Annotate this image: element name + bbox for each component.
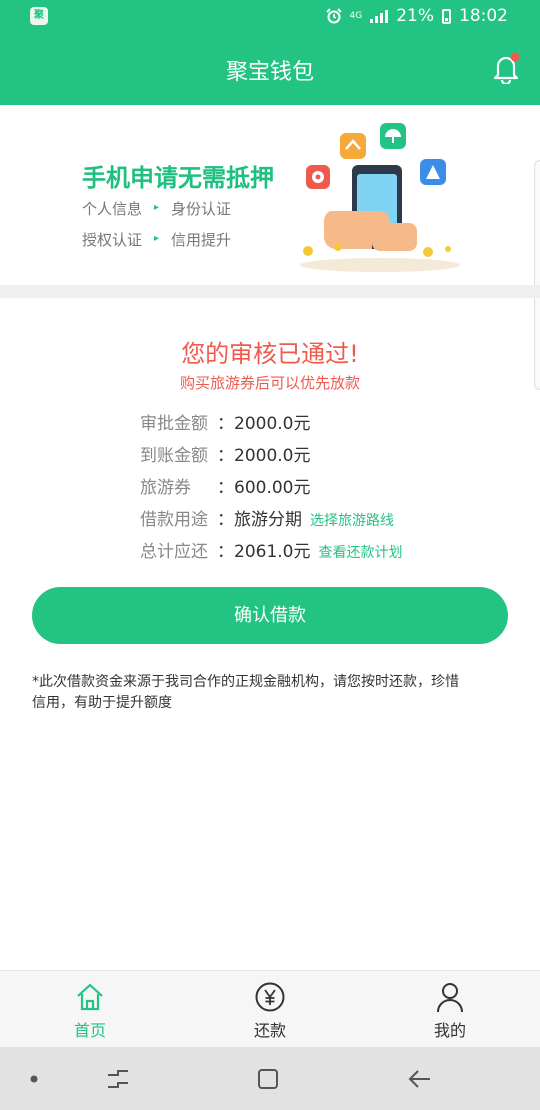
- info-value: 2061.0元: [234, 542, 311, 562]
- arrow-right-icon: ▸: [154, 202, 160, 213]
- user-icon: [437, 983, 463, 1013]
- app-header: 聚宝钱包: [0, 34, 540, 105]
- step-personal-info: 个人信息: [82, 200, 143, 218]
- notification-dot: [510, 52, 520, 62]
- section-divider: [0, 285, 540, 298]
- info-row-travel-voucher: 旅游券 ：600.00元: [140, 473, 310, 498]
- clock: 18:02: [459, 6, 508, 26]
- step-identity: 身份认证: [171, 200, 232, 218]
- arrow-right-icon: ▸: [154, 233, 160, 244]
- bell-icon[interactable]: [492, 52, 520, 84]
- alarm-icon: [325, 8, 342, 24]
- info-label: 旅游券: [140, 478, 191, 498]
- info-value: 600.00元: [234, 478, 311, 498]
- info-value: 2000.0元: [234, 446, 311, 466]
- tab-label: 首页: [73, 1021, 106, 1040]
- banner-headline: 手机申请无需抵押: [82, 164, 274, 192]
- battery-icon: [442, 8, 451, 24]
- phone-hand-illustration: [300, 123, 460, 272]
- info-row-loan-purpose: 借款用途 ：旅游分期 选择旅游路线: [140, 505, 394, 530]
- step-credit: 信用提升: [171, 231, 232, 249]
- info-row-total-repayment: 总计应还 ：2061.0元 查看还款计划: [140, 537, 402, 562]
- tab-repay[interactable]: 还款: [180, 971, 360, 1048]
- battery-percent: 21%: [396, 6, 434, 26]
- choose-route-link[interactable]: 选择旅游路线: [310, 513, 394, 529]
- tab-home[interactable]: 首页: [0, 971, 180, 1048]
- view-plan-link[interactable]: 查看还款计划: [318, 545, 402, 561]
- info-label: 总计应还: [140, 542, 208, 562]
- bottom-tab-bar: 首页 还款 我的: [0, 970, 540, 1047]
- info-row-received-amount: 到账金额 ：2000.0元: [140, 441, 310, 466]
- info-value: 2000.0元: [234, 414, 311, 434]
- system-navigation-bar: [0, 1047, 540, 1110]
- info-value: 旅游分期: [234, 510, 302, 530]
- approval-title: 您的审核已通过!: [181, 340, 359, 368]
- back-icon[interactable]: [406, 1065, 434, 1093]
- yuan-icon: [255, 982, 285, 1012]
- home-button-icon[interactable]: [254, 1065, 282, 1093]
- promo-banner[interactable]: 手机申请无需抵押 个人信息 ▸ 身份认证 授权认证 ▸ 信用提升: [0, 105, 540, 285]
- tab-mine[interactable]: 我的: [360, 971, 540, 1048]
- recent-apps-icon[interactable]: [104, 1065, 132, 1093]
- banner-steps-row-2: 授权认证 ▸ 信用提升: [82, 229, 231, 250]
- status-indicators: 4G 21% 18:02: [325, 6, 508, 26]
- info-row-approved-amount: 审批金额 ：2000.0元: [140, 409, 310, 434]
- app-notification-icon: 聚: [30, 7, 48, 25]
- network-type: 4G: [349, 10, 363, 21]
- status-bar: 聚 4G 21% 18:02: [0, 0, 540, 34]
- info-label: 借款用途: [140, 510, 208, 530]
- signal-icon: [370, 9, 389, 23]
- step-authorization: 授权认证: [82, 231, 143, 249]
- home-icon: [77, 983, 103, 1011]
- confirm-loan-button[interactable]: 确认借款: [32, 587, 508, 644]
- page-title: 聚宝钱包: [225, 60, 314, 85]
- info-label: 到账金额: [140, 446, 208, 466]
- dot-icon[interactable]: [20, 1065, 48, 1093]
- tab-label: 还款: [253, 1021, 286, 1040]
- disclaimer-note: *此次借款资金来源于我司合作的正规金融机构，请您按时还款，珍惜信用，有助于提升额…: [32, 674, 459, 711]
- banner-steps-row-1: 个人信息 ▸ 身份认证: [82, 198, 231, 219]
- approval-subtitle: 购买旅游券后可以优先放款: [179, 374, 360, 392]
- tab-label: 我的: [433, 1021, 466, 1040]
- info-label: 审批金额: [140, 414, 208, 434]
